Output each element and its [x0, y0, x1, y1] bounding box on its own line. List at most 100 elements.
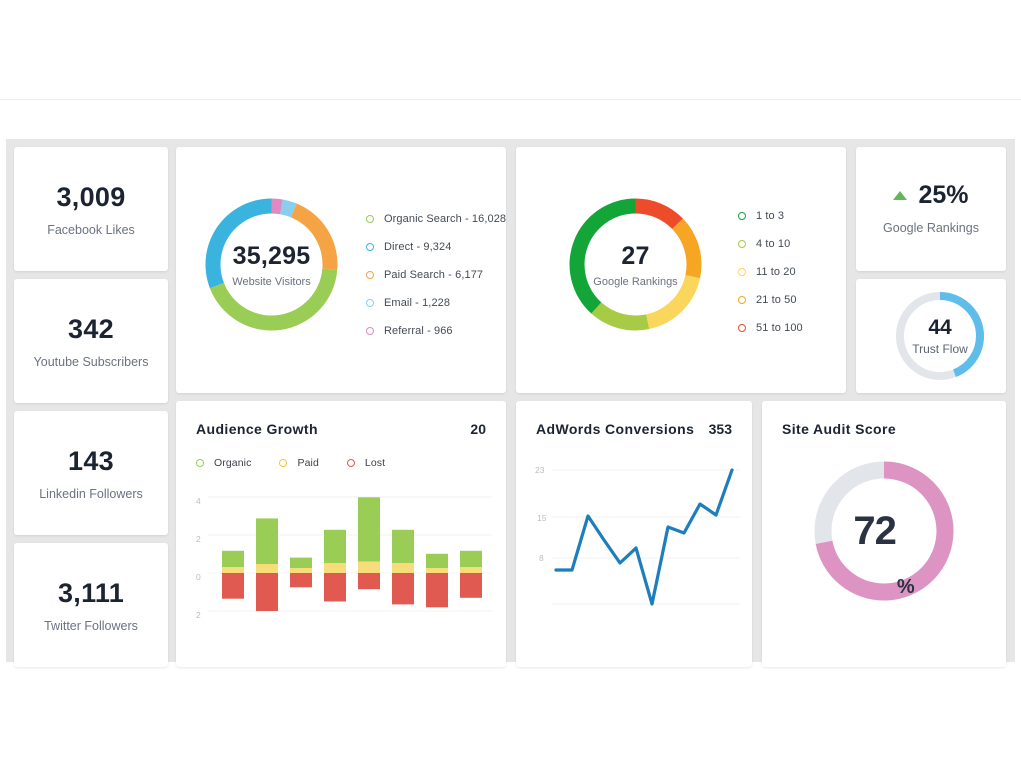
bar-organic [460, 550, 482, 567]
donut-slice-51-to-100 [635, 198, 683, 230]
legend-item-email[interactable]: Email - 1,228 [366, 289, 506, 317]
legend-item-51-to-100[interactable]: 51 to 100 [738, 314, 803, 342]
legend-item-organic-search[interactable]: Organic Search - 16,028 [366, 205, 506, 233]
legend-dot-icon [738, 240, 746, 248]
audience-growth-legend: Organic Paid Lost [196, 457, 413, 469]
kpi-value: 143 [68, 445, 114, 476]
bar-paid [222, 567, 244, 573]
kpi-value: 3,111 [57, 577, 125, 608]
donut-slice-21-to-50 [672, 218, 702, 279]
score-center-text: 72 % [809, 456, 959, 606]
legend-item-4-to-10[interactable]: 4 to 10 [738, 230, 803, 258]
triangle-up-icon [893, 191, 908, 200]
legend-item-referral[interactable]: Referral - 966 [366, 317, 506, 345]
website-visitors-legend: Organic Search - 16,028 Direct - 9,324 P… [366, 205, 506, 345]
card-title: AdWords Conversions [536, 421, 695, 437]
bar-paid [256, 564, 278, 573]
bar-organic [392, 529, 414, 563]
bar-organic [426, 553, 448, 568]
kpi-value: 342 [68, 313, 114, 344]
site-audit-score-gauge: 72 % [809, 456, 959, 606]
google-rankings-card[interactable]: 27 Google Rankings 1 to 3 4 to 10 11 to … [516, 147, 846, 393]
legend-item-paid-search[interactable]: Paid Search - 6,177 [366, 261, 506, 289]
legend-dot-icon [366, 215, 374, 223]
adwords-line-chart [552, 468, 740, 606]
website-visitors-card[interactable]: 35,295 Website Visitors Organic Search -… [176, 147, 506, 393]
legend-dot-icon [196, 459, 204, 467]
y-axis-tick-4: 4 [196, 496, 201, 506]
legend-label: 1 to 3 [756, 210, 785, 222]
legend-item-organic[interactable]: Organic [196, 457, 251, 469]
trust-flow-card[interactable]: 44 Trust Flow [856, 279, 1006, 393]
legend-label: 11 to 20 [756, 266, 796, 278]
bar-lost [460, 573, 482, 598]
bar-lost [392, 573, 414, 605]
bar-paid [392, 563, 414, 573]
google-rankings-donut-chart: 27 Google Rankings [558, 187, 713, 342]
kpi-card-linkedin-followers[interactable]: 143 Linkedin Followers [14, 411, 168, 535]
donut-slice-4-to-10 [591, 302, 650, 331]
legend-item-1-to-3[interactable]: 1 to 3 [738, 202, 803, 230]
legend-item-lost[interactable]: Lost [346, 457, 385, 469]
bar-organic [324, 529, 346, 563]
kpi-label: Facebook Likes [47, 222, 135, 237]
bar-lost [426, 573, 448, 608]
bar-paid [426, 568, 448, 573]
top-header-bar [0, 0, 1021, 99]
trust-flow-label: Trust Flow [912, 342, 968, 356]
google-rankings-legend: 1 to 3 4 to 10 11 to 20 21 to 50 51 to 1… [738, 202, 803, 342]
google-rankings-trend-card[interactable]: 25% Google Rankings [856, 147, 1006, 271]
legend-dot-icon [366, 327, 374, 335]
adwords-conversions-card[interactable]: AdWords Conversions 353 23 15 8 [516, 401, 752, 667]
trend-label: Google Rankings [883, 221, 979, 235]
legend-label: 51 to 100 [756, 322, 803, 334]
bar-lost [256, 573, 278, 611]
legend-label: Organic [214, 457, 252, 469]
legend-dot-icon [346, 459, 355, 467]
audience-growth-card[interactable]: Audience Growth 20 Organic Paid Lost 4 2 [176, 401, 506, 667]
bar-lost [222, 573, 244, 599]
legend-dot-icon [366, 243, 374, 251]
legend-dot-icon [366, 299, 374, 307]
bar-paid [290, 568, 312, 573]
legend-item-paid[interactable]: Paid [279, 457, 319, 469]
bar-paid [358, 561, 380, 573]
donut-slice-1-to-3 [569, 198, 636, 314]
legend-dot-icon [279, 459, 288, 467]
legend-dot-icon [366, 271, 374, 279]
site-audit-score-card[interactable]: Site Audit Score 72 % [762, 401, 1006, 667]
legend-label: Paid Search - 6,177 [384, 269, 484, 281]
kpi-label: Youtube Subscribers [33, 354, 149, 369]
legend-item-11-to-20[interactable]: 11 to 20 [738, 258, 803, 286]
trend-row: 25% [856, 181, 1006, 210]
legend-label: Referral - 966 [384, 325, 453, 337]
y-axis-tick-23: 23 [535, 465, 545, 475]
card-title: Site Audit Score [782, 421, 897, 437]
legend-label: Direct - 9,324 [384, 241, 452, 253]
legend-label: 21 to 50 [756, 294, 797, 306]
trend-value: 25% [918, 181, 969, 209]
legend-item-21-to-50[interactable]: 21 to 50 [738, 286, 803, 314]
kpi-card-facebook-likes[interactable]: 3,009 Facebook Likes [14, 147, 168, 271]
bar-organic [256, 518, 278, 564]
donut-slice-organic-search [209, 268, 338, 331]
kpi-value: 3,009 [56, 181, 126, 212]
y-axis-tick-neg2: 2 [196, 610, 201, 620]
site-audit-value: 72 [853, 508, 896, 553]
dashboard-grid: 3,009 Facebook Likes 342 Youtube Subscri… [6, 139, 1015, 667]
y-axis-tick-0: 0 [196, 572, 201, 582]
kpi-card-youtube-subscribers[interactable]: 342 Youtube Subscribers [14, 279, 168, 403]
card-metric: 20 [470, 421, 486, 437]
donut-slice-11-to-20 [646, 275, 701, 330]
y-axis-tick-15: 15 [537, 513, 547, 523]
bar-lost [290, 573, 312, 588]
trust-flow-gauge: 44 Trust Flow [891, 287, 989, 385]
y-axis-tick-8: 8 [539, 553, 544, 563]
kpi-label: Twitter Followers [44, 618, 138, 633]
trust-flow-value: 44 [928, 316, 952, 339]
bar-lost [324, 573, 346, 602]
y-axis-tick-2: 2 [196, 534, 201, 544]
legend-item-direct[interactable]: Direct - 9,324 [366, 233, 506, 261]
bar-organic [290, 557, 312, 568]
kpi-card-twitter-followers[interactable]: 3,111 Twitter Followers [14, 543, 168, 667]
